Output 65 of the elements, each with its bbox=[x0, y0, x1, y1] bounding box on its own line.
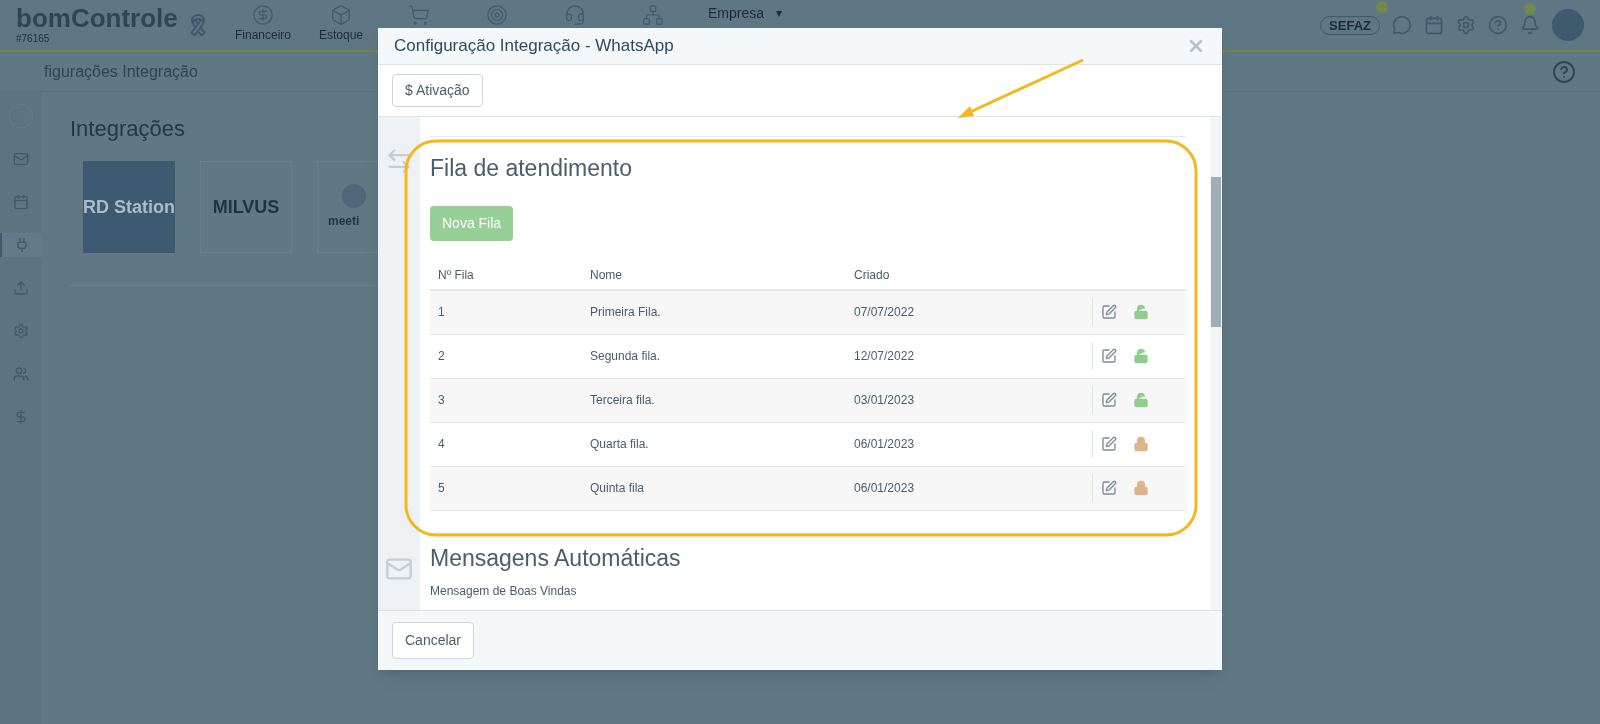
column-header: Nº Fila bbox=[437, 266, 475, 284]
table-cell-text: 06/01/2023 bbox=[854, 436, 916, 453]
section-heading: Fila de atendimento bbox=[430, 154, 633, 183]
target-icon[interactable] bbox=[486, 4, 508, 26]
integration-tile[interactable]: MILVUS bbox=[200, 161, 292, 253]
plug-icon bbox=[14, 237, 30, 253]
chat-icon[interactable] bbox=[1392, 15, 1412, 35]
account-number: #76165 bbox=[16, 31, 51, 46]
headset-icon[interactable] bbox=[564, 4, 586, 26]
settings-icon[interactable] bbox=[1456, 15, 1476, 35]
column-header: Nome bbox=[590, 266, 623, 284]
edit-icon[interactable] bbox=[1101, 304, 1117, 320]
avatar[interactable] bbox=[1552, 9, 1584, 41]
upload-icon bbox=[13, 280, 29, 296]
scrollbar-thumb[interactable] bbox=[1211, 177, 1221, 327]
company-dropdown[interactable]: Empresa ▾ bbox=[708, 2, 783, 24]
help-icon[interactable] bbox=[1552, 59, 1576, 84]
table-cell-text: 07/07/2022 bbox=[854, 304, 916, 321]
calendar-icon bbox=[13, 194, 29, 210]
edit-icon[interactable] bbox=[1101, 480, 1117, 496]
cart-icon[interactable] bbox=[408, 4, 430, 26]
dollar-coin-icon bbox=[252, 4, 274, 26]
cancel-button[interactable]: Cancelar bbox=[392, 622, 475, 659]
padlock-icon[interactable] bbox=[1133, 480, 1149, 496]
field-label: Mensagem de Boas Vindas bbox=[430, 583, 578, 598]
table-cell-text: Segunda fila. bbox=[590, 348, 662, 365]
edit-icon[interactable] bbox=[1101, 436, 1117, 452]
nav-item[interactable]: Financeiro bbox=[224, 0, 302, 44]
users-icon bbox=[13, 366, 29, 382]
table-cell-text: 5 bbox=[437, 480, 446, 497]
edit-icon[interactable] bbox=[1101, 348, 1117, 364]
section-heading: Mensagens Automáticas bbox=[430, 543, 682, 572]
table-cell-text: 4 bbox=[437, 436, 446, 453]
bell-icon[interactable] bbox=[1520, 15, 1540, 35]
column-header: Criado bbox=[854, 266, 891, 284]
padlock-icon[interactable] bbox=[1133, 436, 1149, 452]
dialog-title: Configuração Integração - WhatsApp bbox=[394, 35, 674, 58]
notification-badge bbox=[1524, 3, 1536, 15]
table-cell-text: 03/01/2023 bbox=[854, 392, 916, 409]
nav-item[interactable]: Estoque bbox=[302, 0, 380, 44]
table-cell-text: 12/07/2022 bbox=[854, 348, 916, 365]
section-heading: Integrações bbox=[70, 115, 186, 143]
calendar-icon[interactable] bbox=[1424, 15, 1444, 35]
help-icon[interactable] bbox=[1488, 15, 1508, 35]
mail-icon bbox=[13, 151, 29, 167]
table-cell-text: 1 bbox=[437, 304, 446, 321]
table-cell-text: Quarta fila. bbox=[590, 436, 650, 453]
sidebar-item[interactable] bbox=[0, 233, 42, 257]
open-padlock-icon[interactable] bbox=[1133, 348, 1149, 364]
table-cell-text: Primeira Fila. bbox=[590, 304, 662, 321]
dollar-icon bbox=[13, 409, 29, 425]
activation-button[interactable]: $ Ativação bbox=[392, 74, 483, 107]
table-cell-text: 06/01/2023 bbox=[854, 480, 916, 497]
open-padlock-icon[interactable] bbox=[1133, 392, 1149, 408]
box-icon bbox=[330, 4, 352, 26]
open-padlock-icon[interactable] bbox=[1133, 304, 1149, 320]
table-cell-text: Terceira fila. bbox=[590, 392, 656, 409]
settings-icon bbox=[13, 323, 29, 339]
table-cell-text: Quinta fila bbox=[590, 480, 646, 497]
network-icon[interactable] bbox=[642, 4, 664, 26]
new-queue-button[interactable]: Nova Fila bbox=[430, 205, 514, 241]
integration-tile[interactable]: RD Station bbox=[83, 161, 175, 253]
table-cell-text: 3 bbox=[437, 392, 446, 409]
table-cell-text: 2 bbox=[437, 348, 446, 365]
edit-icon[interactable] bbox=[1101, 392, 1117, 408]
